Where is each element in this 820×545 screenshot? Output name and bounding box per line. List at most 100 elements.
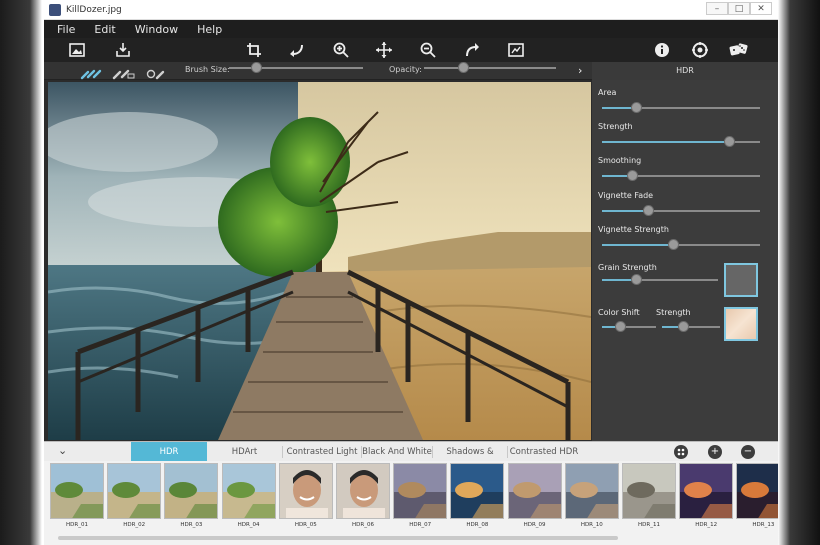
filmstrip-scrollbar[interactable] xyxy=(58,536,618,540)
brush-paint-icon[interactable] xyxy=(80,65,104,80)
preset-thumbnail-label: HDR_01 xyxy=(66,522,88,528)
app-window: KillDozer.jpg – □ ✕ File Edit Window Hel… xyxy=(44,0,778,545)
move-icon[interactable] xyxy=(375,41,393,59)
save-icon[interactable] xyxy=(114,41,132,59)
zoom-in-icon[interactable] xyxy=(332,41,350,59)
preset-thumbnail[interactable] xyxy=(393,463,448,519)
slider-knob[interactable] xyxy=(251,62,262,73)
menu-edit[interactable]: Edit xyxy=(94,23,115,36)
slider-label: Vignette Fade xyxy=(598,191,654,200)
preset-thumbnail[interactable] xyxy=(107,463,162,519)
grain-strength-slider[interactable] xyxy=(602,274,718,286)
preset-thumbnail[interactable] xyxy=(336,463,390,519)
grain-strength-label: Grain Strength xyxy=(598,263,657,272)
grain-preview-swatch[interactable] xyxy=(724,263,758,297)
brush-toolbar: Brush Size: Opacity: › HDR xyxy=(44,62,778,80)
menu-window[interactable]: Window xyxy=(135,23,178,36)
panel-slider[interactable] xyxy=(602,170,760,182)
menu-file[interactable]: File xyxy=(57,23,75,36)
tab-black-and-white[interactable]: Black And White xyxy=(362,442,432,462)
slider-knob[interactable] xyxy=(668,239,679,250)
preset-thumbnail-label: HDR_08 xyxy=(466,522,489,528)
zoom-out-icon[interactable] xyxy=(419,41,437,59)
preset-thumbnail[interactable] xyxy=(507,463,562,519)
slider-knob[interactable] xyxy=(627,170,638,181)
preset-thumbnail[interactable] xyxy=(622,463,676,519)
tab-shadows-lights[interactable]: Shadows & Lights xyxy=(433,442,507,477)
slider-knob[interactable] xyxy=(631,102,642,113)
maximize-button[interactable]: □ xyxy=(728,2,750,15)
tab-contrasted-light[interactable]: Contrasted Light xyxy=(283,442,361,462)
slider-knob[interactable] xyxy=(678,321,689,332)
slider-track xyxy=(424,67,556,69)
panel-slider[interactable] xyxy=(602,205,760,217)
slider-label: Strength xyxy=(598,122,633,131)
photo-canvas[interactable] xyxy=(48,82,591,440)
info-icon[interactable] xyxy=(653,41,671,59)
palette-icon[interactable] xyxy=(674,445,688,459)
fit-image-icon[interactable] xyxy=(507,41,525,59)
preset-thumbnail-label: HDR_04 xyxy=(237,522,260,528)
open-image-icon[interactable] xyxy=(68,41,86,59)
panel-slider[interactable] xyxy=(602,102,760,114)
slider-knob[interactable] xyxy=(615,321,626,332)
preset-thumbnail-label: HDR_03 xyxy=(180,522,203,528)
preset-thumbnail[interactable] xyxy=(679,463,734,519)
preset-thumbnail[interactable] xyxy=(736,463,778,519)
preset-thumbnail-label: HDR_05 xyxy=(294,522,317,528)
slider-fill xyxy=(602,141,729,143)
brush-size-label: Brush Size: xyxy=(185,65,230,74)
add-icon[interactable]: + xyxy=(708,445,722,459)
color-preview-swatch[interactable] xyxy=(724,307,758,341)
crop-icon[interactable] xyxy=(245,41,263,59)
slider-knob[interactable] xyxy=(631,274,642,285)
close-button[interactable]: ✕ xyxy=(750,2,772,15)
preset-thumbnail[interactable] xyxy=(164,463,219,519)
settings-icon[interactable] xyxy=(691,41,709,59)
preset-thumbnail[interactable] xyxy=(50,463,104,519)
edited-photo xyxy=(48,82,591,440)
brush-reset-icon[interactable] xyxy=(146,65,170,80)
panel-slider[interactable] xyxy=(602,239,760,251)
panel-slider[interactable] xyxy=(602,136,760,148)
tab-contrasted-hdr[interactable]: Contrasted HDR xyxy=(508,442,580,462)
preset-thumbnail-label: HDR_11 xyxy=(638,522,660,528)
preset-thumbnail-label: HDR_02 xyxy=(123,522,146,528)
brush-size-slider[interactable] xyxy=(229,62,363,74)
slider-label: Area xyxy=(598,88,617,97)
preset-thumbnail-label: HDR_13 xyxy=(752,522,775,528)
preset-tabs: ⌄ HDR HDArt Contrasted Light Black And W… xyxy=(44,441,778,477)
random-dice-icon[interactable] xyxy=(729,41,748,59)
color-shift-slider[interactable] xyxy=(602,321,656,333)
slider-label: Vignette Strength xyxy=(598,225,669,234)
window-title: KillDozer.jpg xyxy=(66,4,122,15)
minimize-button[interactable]: – xyxy=(706,2,728,15)
slider-knob[interactable] xyxy=(724,136,735,147)
preset-thumbnail[interactable] xyxy=(278,463,333,519)
preset-thumbnail[interactable] xyxy=(450,463,505,519)
preset-thumbnail-label: HDR_12 xyxy=(695,522,718,528)
preset-thumbnail-label: HDR_10 xyxy=(580,522,603,528)
slider-fill xyxy=(602,210,648,212)
undo-icon[interactable] xyxy=(288,41,306,59)
remove-icon[interactable]: − xyxy=(741,445,755,459)
opacity-slider[interactable] xyxy=(424,62,556,74)
preset-thumbnail[interactable] xyxy=(564,463,619,519)
main-toolbar xyxy=(44,38,778,62)
slider-knob[interactable] xyxy=(458,62,469,73)
preset-filmstrip: HDR_01 HDR_02 HDR_03 HDR_04 HDR_05 HDR_06 HDR_… xyxy=(44,461,778,545)
preset-thumbnail[interactable] xyxy=(221,463,276,519)
tab-hdart[interactable]: HDArt xyxy=(207,442,282,462)
chevron-right-icon[interactable]: › xyxy=(578,64,582,77)
chevron-down-icon[interactable]: ⌄ xyxy=(58,444,67,457)
window-controls: – □ ✕ xyxy=(706,2,772,15)
redo-icon[interactable] xyxy=(463,41,481,59)
tab-hdr[interactable]: HDR xyxy=(131,442,207,462)
slider-track xyxy=(229,67,363,69)
color-strength-label: Strength xyxy=(656,308,691,317)
preset-thumbnail-label: HDR_09 xyxy=(523,522,546,528)
brush-erase-icon[interactable] xyxy=(112,65,136,80)
slider-knob[interactable] xyxy=(643,205,654,216)
color-strength-slider[interactable] xyxy=(662,321,720,333)
menu-help[interactable]: Help xyxy=(197,23,222,36)
